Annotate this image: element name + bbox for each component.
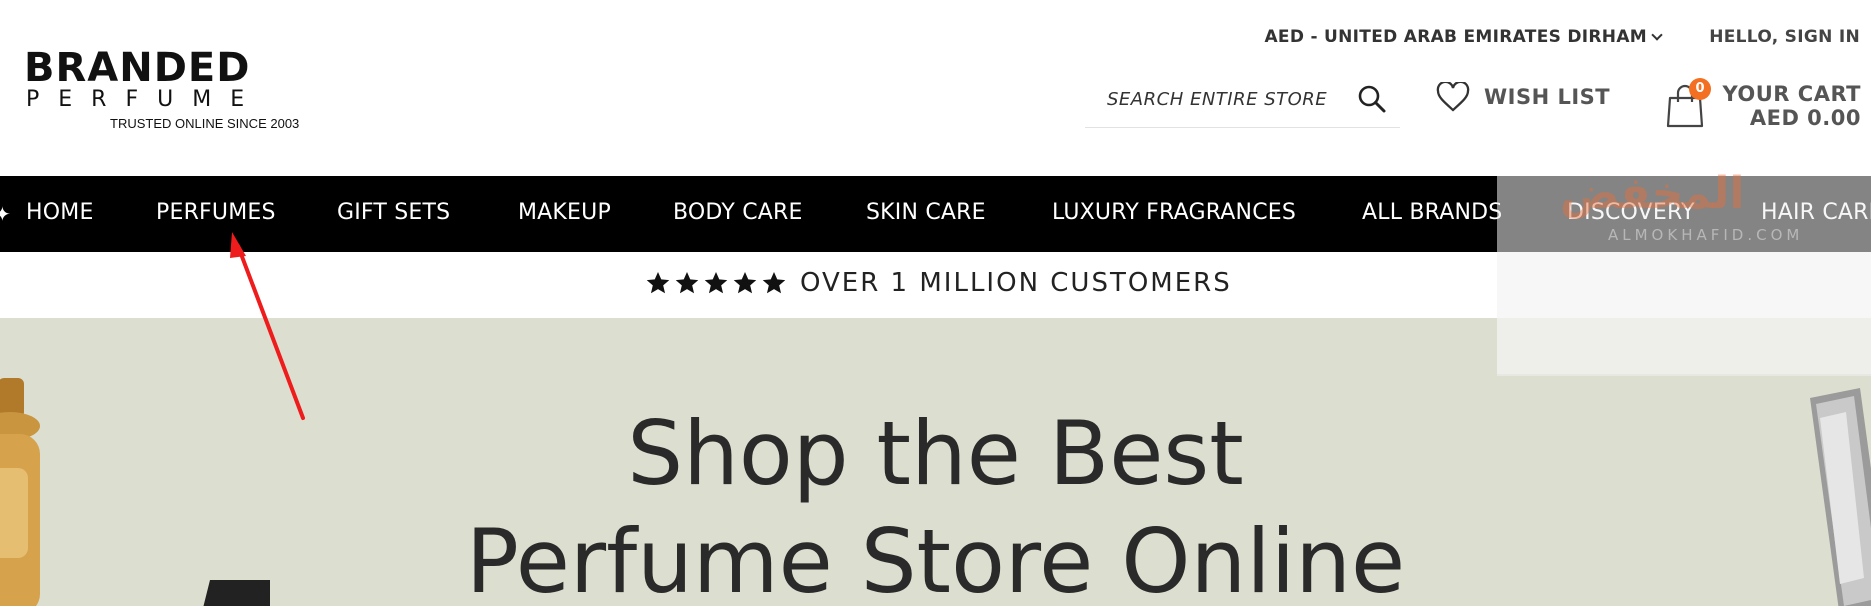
nav-overflow-icon[interactable]: ✦: [0, 202, 11, 226]
star-icon: [675, 271, 699, 294]
trust-text: OVER 1 MILLION CUSTOMERS: [800, 268, 1232, 298]
search-input[interactable]: [1107, 84, 1347, 114]
nav-item-home[interactable]: HOME: [26, 200, 94, 225]
nav-item-discovery[interactable]: DISCOVERY: [1567, 200, 1695, 225]
heart-icon: [1436, 82, 1470, 112]
nav-item-makeup[interactable]: MAKEUP: [518, 200, 611, 225]
nav-item-body-care[interactable]: BODY CARE: [673, 200, 803, 225]
star-icon: [762, 271, 786, 294]
hero-title-line1: Shop the Best: [627, 402, 1244, 505]
nav-item-perfumes[interactable]: PERFUMES: [156, 200, 276, 225]
cart-total: AED 0.00: [1749, 106, 1861, 130]
cart-count-badge: 0: [1689, 78, 1711, 100]
nav-item-skin-care[interactable]: SKIN CARE: [866, 200, 986, 225]
logo-tagline: TRUSTED ONLINE SINCE 2003: [110, 116, 300, 131]
currency-label: AED - UNITED ARAB EMIRATES DIRHAM: [1264, 27, 1647, 47]
trust-strip: OVER 1 MILLION CUSTOMERS: [0, 252, 1871, 318]
hero-title-line2: Perfume Store Online: [465, 510, 1406, 606]
search-icon[interactable]: [1357, 84, 1387, 114]
site-header: BRANDED PERFUME TRUSTED ONLINE SINCE 200…: [0, 0, 1871, 176]
chevron-down-icon: [1651, 28, 1663, 41]
sign-in-link[interactable]: HELLO, SIGN IN: [1709, 27, 1860, 47]
watermark-overlay: [1497, 318, 1871, 374]
star-icon: [646, 271, 670, 294]
hero-title: Shop the Best Perfume Store Online: [0, 400, 1871, 606]
nav-item-hair-care[interactable]: HAIR CARE: [1761, 200, 1871, 225]
search-box: [1085, 74, 1400, 128]
cart-button[interactable]: 0 YOUR CART AED 0.00: [1666, 78, 1866, 134]
star-icon: [733, 271, 757, 294]
logo-line2: PERFUME: [26, 87, 264, 112]
cart-title: YOUR CART: [1722, 82, 1861, 106]
rating-stars: [645, 270, 787, 296]
wishlist-link[interactable]: WISH LIST: [1436, 82, 1610, 112]
logo-line1: BRANDED: [24, 45, 251, 91]
wishlist-label: WISH LIST: [1484, 85, 1611, 109]
star-icon: [704, 271, 728, 294]
brand-logo[interactable]: BRANDED PERFUME TRUSTED ONLINE SINCE 200…: [24, 48, 304, 138]
nav-item-luxury-fragrances[interactable]: LUXURY FRAGRANCES: [1052, 200, 1296, 225]
main-nav: ✦ HOME PERFUMES GIFT SETS MAKEUP BODY CA…: [0, 176, 1871, 252]
nav-item-gift-sets[interactable]: GIFT SETS: [337, 200, 450, 225]
hero-banner[interactable]: Shop the Best Perfume Store Online: [0, 318, 1871, 606]
nav-item-all-brands[interactable]: ALL BRANDS: [1362, 200, 1502, 225]
currency-selector[interactable]: AED - UNITED ARAB EMIRATES DIRHAM: [1264, 27, 1663, 47]
